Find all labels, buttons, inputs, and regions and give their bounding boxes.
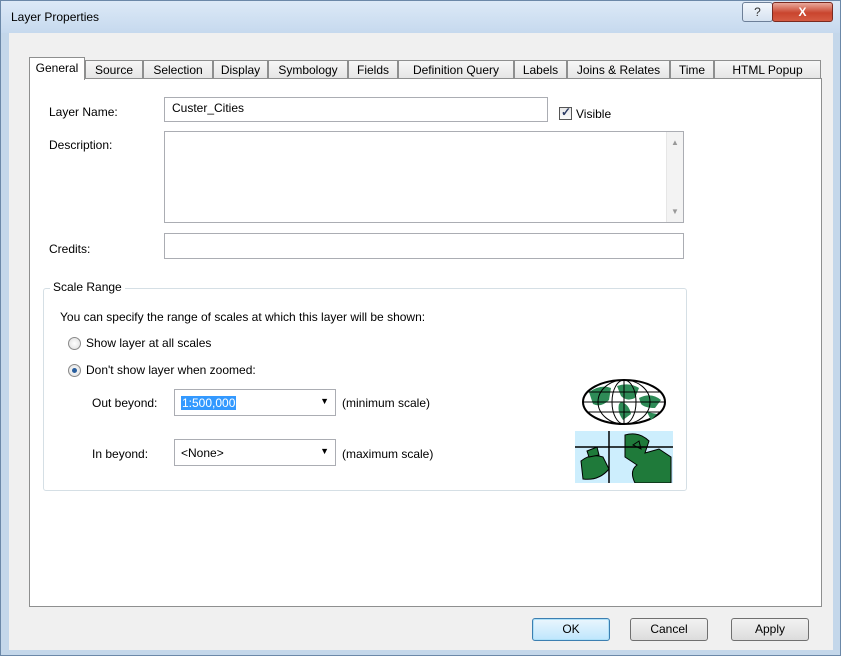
description-label: Description:: [49, 138, 113, 152]
close-button[interactable]: X: [772, 2, 833, 22]
scale-range-intro: You can specify the range of scales at w…: [60, 310, 426, 324]
in-beyond-label: In beyond:: [92, 447, 149, 461]
apply-button[interactable]: Apply: [731, 618, 809, 641]
tab-html-popup[interactable]: HTML Popup: [714, 60, 821, 79]
out-beyond-hint: (minimum scale): [342, 396, 431, 410]
show-all-scales-label: Show layer at all scales: [86, 336, 212, 350]
layer-name-input[interactable]: Custer_Cities: [164, 97, 548, 122]
in-beyond-value[interactable]: <None>: [181, 446, 224, 460]
title-bar: Layer Properties ? X: [1, 1, 840, 33]
layer-properties-window: Layer Properties ? X General Source Sele…: [0, 0, 841, 656]
zoomed-map-icon: [575, 431, 673, 483]
help-button[interactable]: ?: [742, 2, 773, 22]
dont-show-zoomed-radio[interactable]: [68, 364, 81, 377]
layer-name-label: Layer Name:: [49, 105, 118, 119]
general-tab-panel: Layer Name: Custer_Cities Visible Descri…: [29, 78, 822, 607]
tab-source[interactable]: Source: [85, 60, 143, 79]
credits-input[interactable]: [164, 233, 684, 259]
tab-symbology[interactable]: Symbology: [268, 60, 348, 79]
visible-label: Visible: [576, 107, 612, 121]
out-beyond-label: Out beyond:: [92, 396, 158, 410]
scroll-down-icon[interactable]: ▼: [671, 207, 679, 216]
world-globe-icon: [582, 379, 666, 425]
description-textarea[interactable]: ▲ ▼: [164, 131, 684, 223]
tab-general[interactable]: General: [29, 57, 85, 80]
tab-fields[interactable]: Fields: [348, 60, 398, 79]
tab-definition-query[interactable]: Definition Query: [398, 60, 514, 79]
description-scrollbar[interactable]: ▲ ▼: [666, 132, 683, 222]
in-beyond-hint: (maximum scale): [342, 447, 434, 461]
scale-range-group: Scale Range You can specify the range of…: [43, 280, 687, 491]
show-all-scales-radio[interactable]: [68, 337, 81, 350]
dialog-client-area: General Source Selection Display Symbolo…: [9, 33, 833, 650]
ok-button[interactable]: OK: [532, 618, 610, 641]
in-beyond-combo[interactable]: <None> ▼: [174, 439, 336, 466]
scroll-up-icon[interactable]: ▲: [671, 138, 679, 147]
dont-show-zoomed-label: Don't show layer when zoomed:: [86, 363, 256, 377]
tab-display[interactable]: Display: [213, 60, 268, 79]
dropdown-arrow-icon[interactable]: ▼: [320, 446, 329, 456]
out-beyond-combo[interactable]: 1:500,000 ▼: [174, 389, 336, 416]
visible-checkbox[interactable]: [559, 105, 572, 120]
window-title: Layer Properties: [11, 10, 100, 24]
dropdown-arrow-icon[interactable]: ▼: [320, 396, 329, 406]
tab-time[interactable]: Time: [670, 60, 714, 79]
out-beyond-value[interactable]: 1:500,000: [181, 396, 237, 410]
credits-label: Credits:: [49, 242, 91, 256]
tab-labels[interactable]: Labels: [514, 60, 567, 79]
cancel-button[interactable]: Cancel: [630, 618, 708, 641]
tab-joins-relates[interactable]: Joins & Relates: [567, 60, 670, 79]
scale-range-title: Scale Range: [50, 280, 125, 294]
tab-selection[interactable]: Selection: [143, 60, 213, 79]
